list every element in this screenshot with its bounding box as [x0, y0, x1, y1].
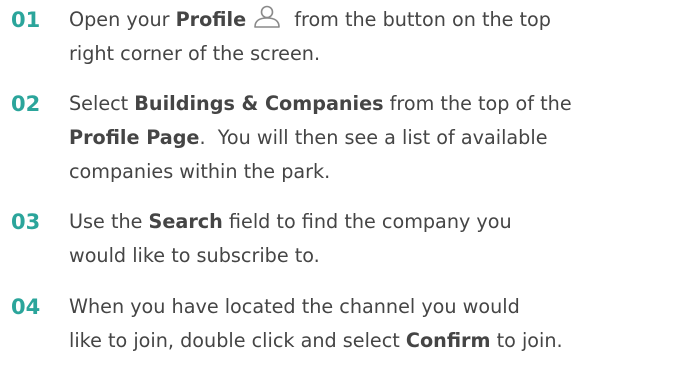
bold-term: Buildings & Companies: [134, 92, 384, 115]
bold-term: Search: [148, 210, 223, 233]
step-text: Open your Profile from the button on the…: [69, 3, 674, 71]
step-line: Use the Search field to find the company…: [69, 205, 674, 239]
bold-term: Confirm: [405, 329, 491, 352]
step-line: would like to subscribe to.: [69, 244, 320, 267]
step-line: right corner of the screen.: [69, 42, 321, 65]
text-segment: to join.: [490, 329, 563, 352]
bold-term: Profile: [175, 8, 247, 31]
text-segment: field to find the company you: [222, 210, 512, 233]
text-segment: Select: [69, 92, 135, 115]
step-line: Profile Page. You will then see a list o…: [69, 121, 674, 155]
text-segment: Open your: [69, 8, 176, 31]
step-line: When you have located the channel you wo…: [69, 295, 520, 318]
step-number: 03: [11, 210, 41, 234]
instruction-steps: 01 Open your Profile from the button on …: [0, 0, 676, 377]
text-segment: Use the: [69, 210, 149, 233]
step-line: companies within the park.: [69, 160, 331, 183]
step-line: Open your Profile from the button on the…: [69, 3, 674, 37]
person-outline-icon: [252, 5, 282, 29]
step-text: Select Buildings & Companies from the to…: [69, 87, 674, 189]
text-segment: from the button on the top: [288, 8, 551, 31]
bold-term: Profile Page: [69, 126, 200, 149]
text-segment: from the top of the: [383, 92, 572, 115]
text-segment: . You will then see a list of available: [199, 126, 548, 149]
step-line: Select Buildings & Companies from the to…: [69, 87, 674, 121]
step-text: When you have located the channel you wo…: [69, 290, 674, 358]
step-number: 04: [11, 295, 41, 319]
step-line: like to join, double click and select Co…: [69, 324, 674, 358]
step-number: 01: [11, 8, 41, 32]
step-number: 02: [11, 92, 41, 116]
step-text: Use the Search field to find the company…: [69, 205, 674, 273]
text-segment: like to join, double click and select: [69, 329, 406, 352]
